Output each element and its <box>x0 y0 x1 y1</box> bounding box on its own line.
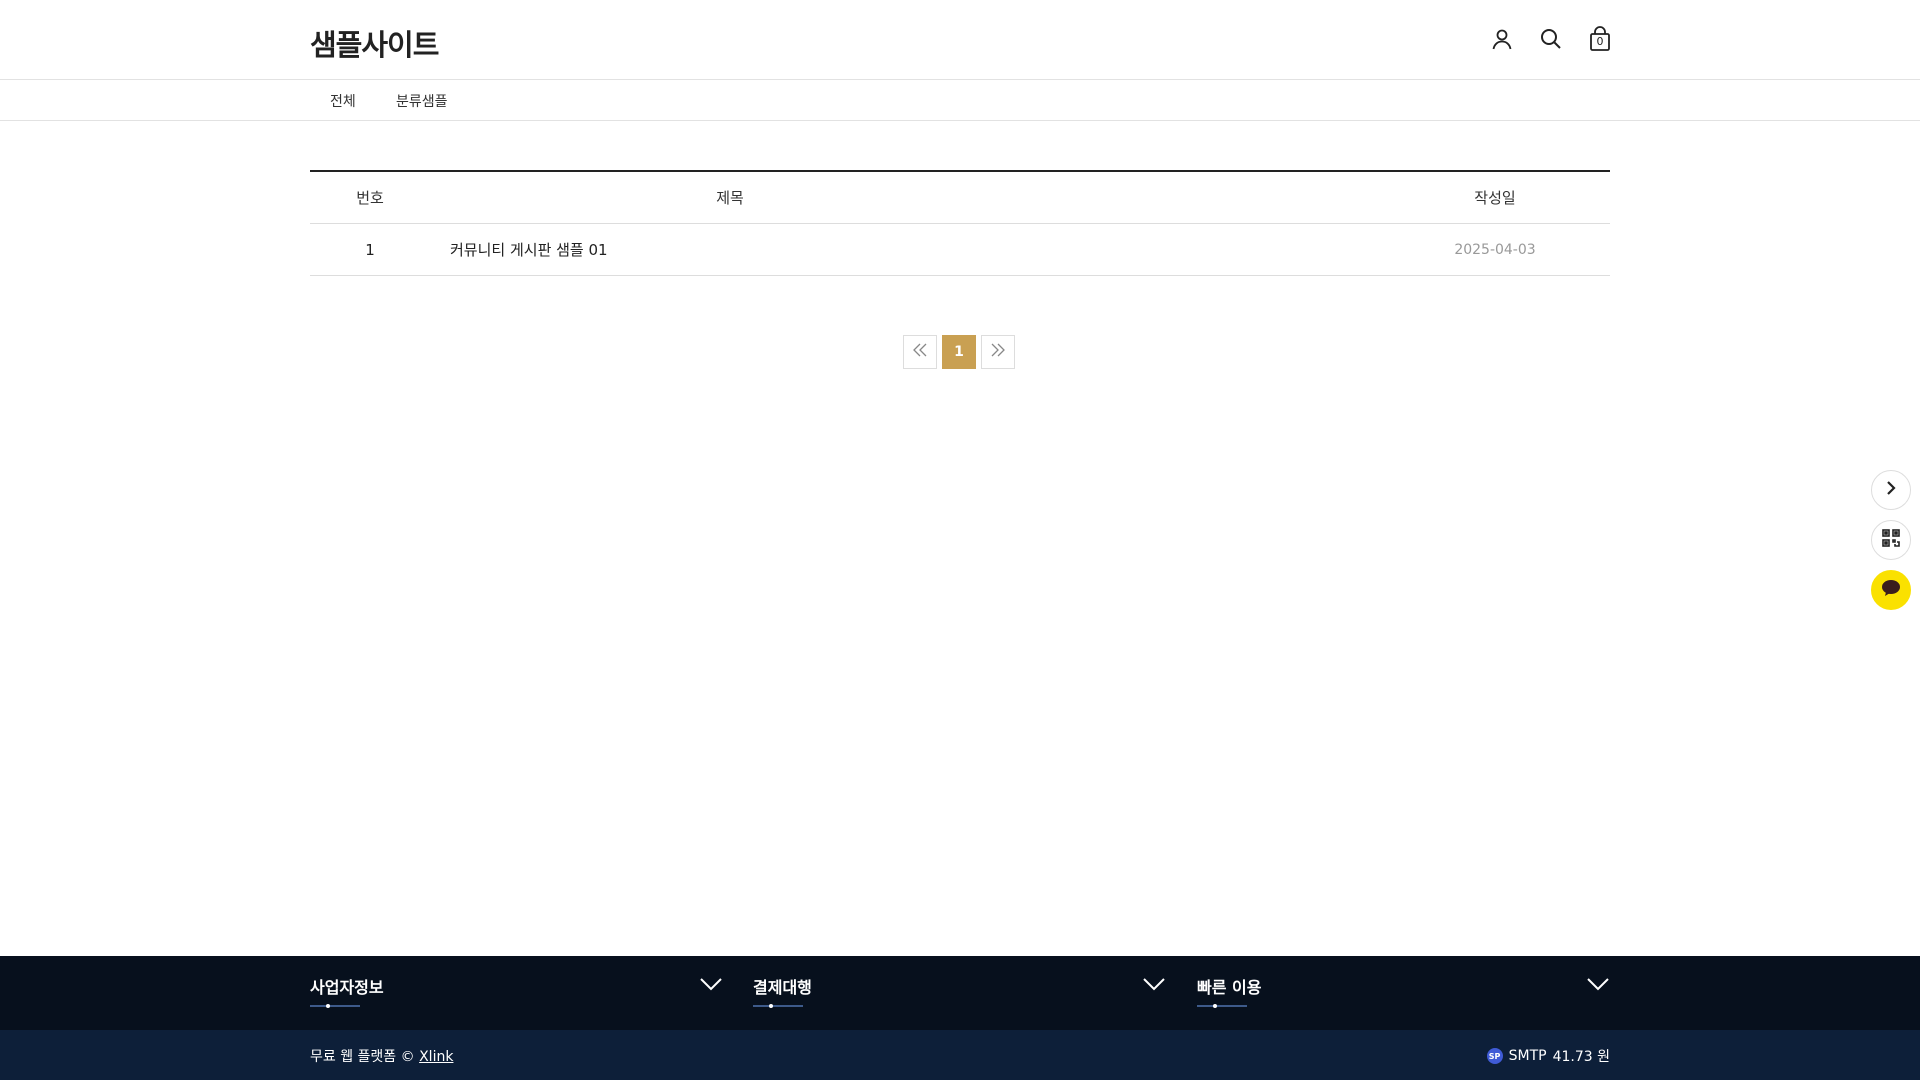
chevron-down-icon[interactable] <box>700 976 722 995</box>
footer-underline-dot <box>326 1004 330 1008</box>
shopping-bag-icon[interactable]: 0 <box>1585 24 1615 54</box>
pagination: 1 <box>903 335 1015 369</box>
board-table: 번호 제목 작성일 1 커뮤니티 게시판 샘플 01 2025-04-03 <box>310 170 1610 276</box>
footer-section-quick[interactable]: 빠른 이용 <box>1197 956 1609 1030</box>
category-sample[interactable]: 분류샘플 <box>396 91 448 111</box>
post-date: 2025-04-03 <box>1454 242 1536 258</box>
smtp-label: SMTP <box>1508 1048 1547 1064</box>
chevron-down-icon[interactable] <box>1143 976 1165 995</box>
site-logo[interactable]: 샘플사이트 <box>310 22 439 64</box>
chat-bubble-icon <box>1881 579 1901 601</box>
table-row[interactable]: 1 커뮤니티 게시판 샘플 01 2025-04-03 <box>310 224 1610 276</box>
table-header: 번호 제목 작성일 <box>310 172 1610 224</box>
footer-section-title: 결제대행 <box>753 978 812 997</box>
pagination-first-button[interactable] <box>903 335 937 369</box>
copyright: 무료 웹 플랫폼 © Xlink <box>310 1046 453 1066</box>
footer-underline <box>1197 1005 1247 1007</box>
category-all[interactable]: 전체 <box>330 91 356 111</box>
post-number: 1 <box>365 241 375 259</box>
chevron-down-icon[interactable] <box>1587 976 1609 995</box>
footer-section-business[interactable]: 사업자정보 <box>310 956 722 1030</box>
footer-section-payment[interactable]: 결제대행 <box>753 956 1165 1030</box>
pagination-last-button[interactable] <box>981 335 1015 369</box>
qr-code-icon <box>1881 528 1901 552</box>
post-title-link[interactable]: 커뮤니티 게시판 샘플 01 <box>450 224 1150 276</box>
footer-underline <box>753 1005 803 1007</box>
footer-info: 사업자정보 결제대행 빠른 이용 <box>0 956 1920 1030</box>
column-header-no: 번호 <box>356 189 384 207</box>
xlink-link[interactable]: Xlink <box>419 1049 453 1065</box>
kakao-chat-button[interactable] <box>1871 570 1911 610</box>
user-icon[interactable] <box>1487 24 1517 54</box>
footer-underline-dot <box>1213 1004 1217 1008</box>
chevron-right-icon <box>1884 480 1898 500</box>
smtp-logo-icon: SP <box>1486 1048 1503 1064</box>
footer-underline-dot <box>769 1004 773 1008</box>
copyright-text: 무료 웹 플랫폼 © <box>310 1049 415 1065</box>
cart-count: 0 <box>1596 35 1604 48</box>
side-expand-button[interactable] <box>1871 470 1911 510</box>
column-header-date: 작성일 <box>1474 189 1516 207</box>
category-nav: 전체 분류샘플 <box>0 80 1920 121</box>
column-header-title: 제목 <box>716 189 744 207</box>
footer-section-title: 사업자정보 <box>310 978 384 997</box>
double-chevron-left-icon <box>912 343 928 361</box>
smtp-value: 41.73 원 <box>1552 1049 1610 1065</box>
qr-code-button[interactable] <box>1871 520 1911 560</box>
double-chevron-right-icon <box>990 343 1006 361</box>
footer-section-title: 빠른 이용 <box>1197 978 1262 997</box>
pagination-page-1[interactable]: 1 <box>942 335 976 369</box>
search-icon[interactable] <box>1536 24 1566 54</box>
site-header: 샘플사이트 0 <box>0 0 1920 80</box>
footer-bottom: 무료 웹 플랫폼 © Xlink SP SMTP 41.73 원 <box>0 1030 1920 1080</box>
footer-underline <box>310 1005 360 1007</box>
smtp-balance: SP SMTP 41.73 원 <box>1486 1046 1610 1066</box>
